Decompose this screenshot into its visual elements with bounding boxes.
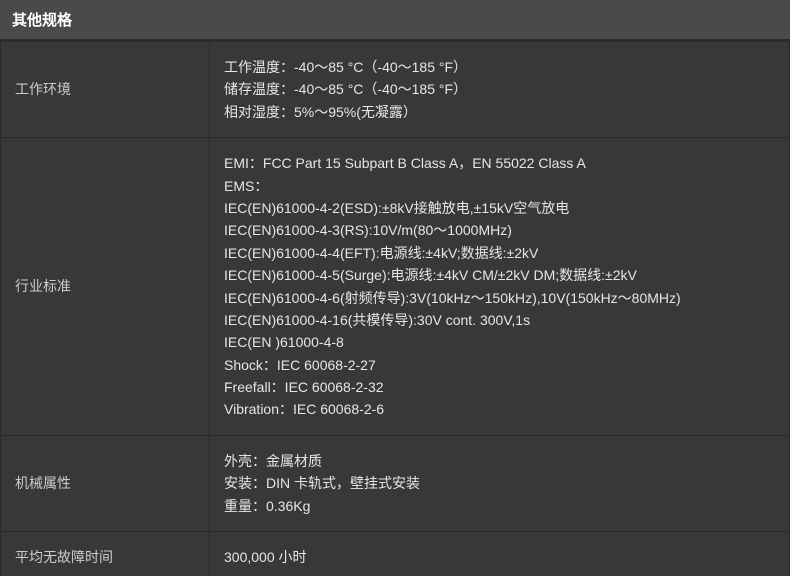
spec-value-line: IEC(EN)61000-4-4(EFT):电源线:±4kV;数据线:±2kV [224,245,538,261]
section-title: 其他规格 [0,0,790,41]
spec-value-line: IEC(EN )61000-4-8 [224,334,344,350]
spec-value: EMI：FCC Part 15 Subpart B Class A，EN 550… [210,138,790,436]
spec-value-line: IEC(EN)61000-4-5(Surge):电源线:±4kV CM/±2kV… [224,267,637,283]
spec-value: 工作温度：-40～85 °C（-40～185 °F） 储存温度：-40～85 °C… [210,42,790,138]
spec-value-line: IEC(EN)61000-4-3(RS):10V/m(80～1000MHz) [224,222,512,238]
spec-value-line: 相对湿度：5%～95%(无凝露） [224,104,417,120]
spec-value-line: IEC(EN)61000-4-2(ESD):±8kV接触放电,±15kV空气放电 [224,200,569,216]
spec-value-line: 储存温度：-40～85 °C（-40～185 °F） [224,81,467,97]
spec-value-line: 外壳：金属材质 [224,453,322,469]
spec-value-line: Freefall：IEC 60068-2-32 [224,379,384,395]
spec-value-line: Shock：IEC 60068-2-27 [224,357,376,373]
spec-value-line: Vibration：IEC 60068-2-6 [224,401,384,417]
spec-value-line: 重量：0.36Kg [224,498,310,514]
spec-value-line: EMS： [224,178,268,194]
table-row: 工作环境工作温度：-40～85 °C（-40～185 °F） 储存温度：-40～8… [1,42,790,138]
spec-value: 外壳：金属材质安装：DIN 卡轨式，壁挂式安装重量：0.36Kg [210,435,790,531]
spec-label: 工作环境 [1,42,210,138]
spec-value-line: 安装：DIN 卡轨式，壁挂式安装 [224,475,420,491]
spec-value-line: 工作温度：-40～85 °C（-40～185 °F） [224,59,467,75]
table-row: 机械属性外壳：金属材质安装：DIN 卡轨式，壁挂式安装重量：0.36Kg [1,435,790,531]
table-row: 行业标准 EMI：FCC Part 15 Subpart B Class A，EN… [1,138,790,436]
spec-label: 平均无故障时间 [1,532,210,576]
spec-table: 工作环境工作温度：-40～85 °C（-40～185 °F） 储存温度：-40～8… [0,41,790,576]
spec-value-line: EMI：FCC Part 15 Subpart B Class A，EN 550… [224,155,586,171]
spec-value-line: IEC(EN)61000-4-6(射频传导):3V(10kHz～150kHz),… [224,290,681,306]
spec-value: 300,000 小时 [210,532,790,576]
spec-value-line: 300,000 小时 [224,549,307,565]
spec-value-line: IEC(EN)61000-4-16(共模传导):30V cont. 300V,1… [224,312,530,328]
spec-section: 其他规格 工作环境工作温度：-40～85 °C（-40～185 °F） 储存温度：… [0,0,790,576]
table-row: 平均无故障时间 300,000 小时 [1,532,790,576]
spec-label: 行业标准 [1,138,210,436]
spec-label: 机械属性 [1,435,210,531]
